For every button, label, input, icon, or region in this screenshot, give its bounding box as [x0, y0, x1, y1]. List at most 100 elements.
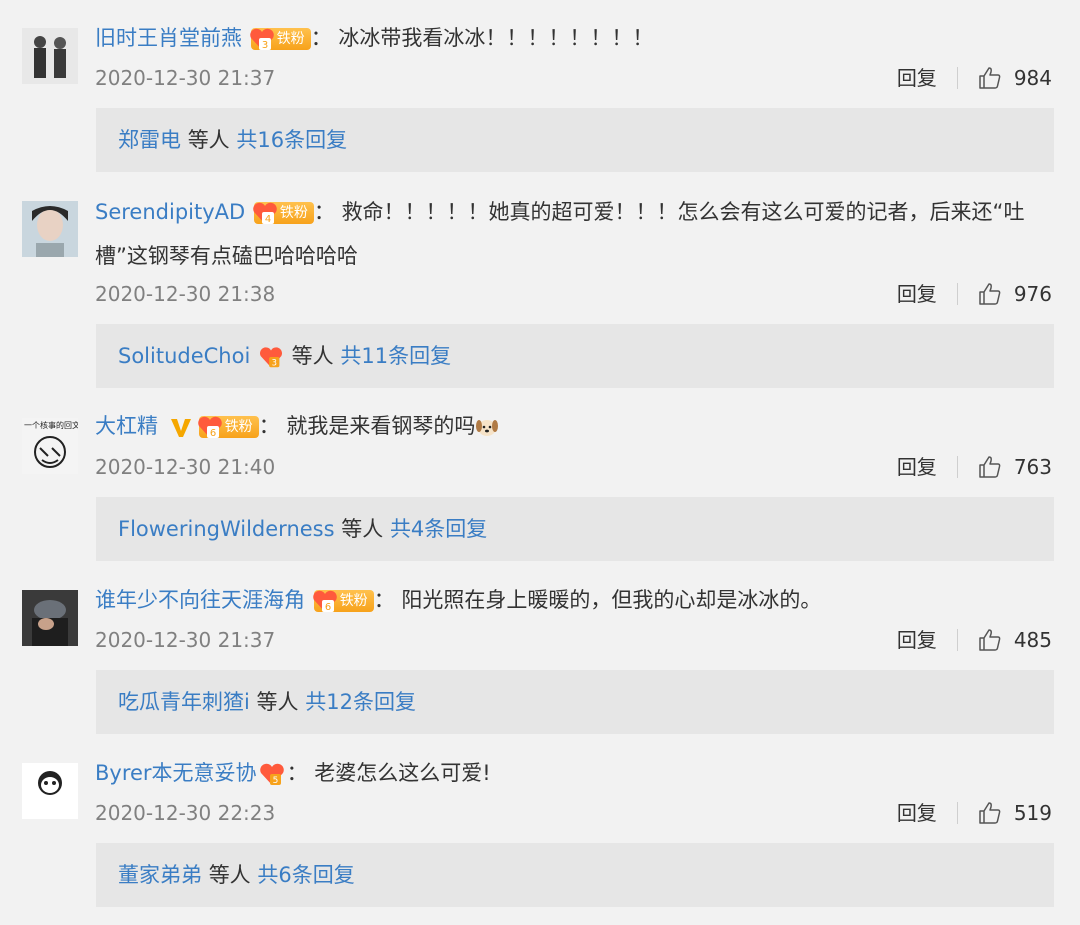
reply-count-link[interactable]: 共11条回复: [340, 344, 451, 368]
comment-actions: 回复 984: [897, 63, 1052, 93]
replies-preview[interactable]: FloweringWilderness 等人 共4条回复: [96, 497, 1054, 561]
thumbs-up-icon: [979, 629, 1001, 651]
reply-username[interactable]: 吃瓜青年刺猹i: [118, 690, 250, 714]
reply-count-link[interactable]: 共6条回复: [257, 863, 354, 887]
username[interactable]: SerendipityAD: [95, 200, 245, 224]
comment-line: Byrer本无意妥协 5 ： 老婆怎么这么可爱!: [95, 751, 1052, 795]
like-button[interactable]: 763: [978, 452, 1052, 482]
replies-preview[interactable]: SolitudeChoi 3 等人 共11条回复: [96, 324, 1054, 388]
reply-button[interactable]: 回复: [897, 798, 937, 828]
username[interactable]: 大杠精: [95, 414, 158, 438]
comment-actions: 回复 519: [897, 798, 1052, 828]
svg-text:4: 4: [265, 214, 271, 225]
reply-username[interactable]: 郑雷电: [118, 128, 181, 152]
reply-count-link[interactable]: 共4条回复: [390, 517, 487, 541]
colon: ：: [258, 414, 280, 438]
reply-username[interactable]: 董家弟弟: [118, 863, 202, 887]
svg-text:6: 6: [325, 602, 331, 613]
fan-badge-label: 铁粉: [279, 205, 308, 221]
comment-time: 2020-12-30 21:37: [95, 66, 276, 90]
colon: ：: [373, 588, 395, 612]
reply-button[interactable]: 回复: [897, 452, 937, 482]
username[interactable]: 谁年少不向往天涯海角: [95, 588, 305, 612]
colon: ：: [310, 26, 332, 50]
heart-level-icon: 6: [312, 590, 337, 613]
comment-text: 老婆怎么这么可爱!: [314, 761, 491, 785]
reply-username[interactable]: SolitudeChoi: [118, 344, 250, 368]
thumbs-up-icon: [979, 283, 1001, 305]
svg-text:一个核事的回文: 一个核事的回文: [24, 420, 78, 430]
comment-line: SerendipityAD 4 铁粉 ： 救命！！！！！她真的超可爱！！！怎么会…: [95, 190, 1052, 278]
heart-level-icon: 5: [259, 763, 284, 786]
fan-badge[interactable]: 4 铁粉: [253, 202, 314, 225]
reply-username[interactable]: FloweringWilderness: [118, 517, 335, 541]
comment-time: 2020-12-30 22:23: [95, 801, 276, 825]
username[interactable]: 旧时王肖堂前燕: [95, 26, 242, 50]
thumbs-up-icon: [979, 802, 1001, 824]
comment-line: 谁年少不向往天涯海角 6 铁粉 ： 阳光照在身上暖暖的，但我的心却是冰冰的。: [95, 578, 1052, 622]
fan-badge-label: 铁粉: [276, 31, 305, 47]
replies-preview[interactable]: 董家弟弟 等人 共6条回复: [96, 843, 1054, 907]
fan-level-badge[interactable]: 5: [257, 759, 287, 789]
like-count: 763: [1013, 455, 1052, 479]
colon: ：: [313, 200, 335, 224]
svg-text:5: 5: [272, 776, 278, 786]
reply-button[interactable]: 回复: [897, 625, 937, 655]
comment-line: 旧时王肖堂前燕 3 铁粉 ： 冰冰带我看冰冰！！！！！！！！: [95, 16, 1052, 60]
fan-badge[interactable]: 3 铁粉: [249, 28, 311, 51]
divider: [956, 283, 958, 305]
like-button[interactable]: 984: [978, 63, 1052, 93]
comment-text-continued: 槽”这钢琴有点磕巴哈哈哈哈: [95, 244, 358, 268]
like-button[interactable]: 519: [978, 798, 1052, 828]
divider: [956, 802, 958, 824]
reply-button[interactable]: 回复: [897, 279, 937, 309]
divider: [956, 67, 958, 89]
comment-actions: 回复 763: [897, 452, 1052, 482]
comment-text: 阳光照在身上暖暖的，但我的心却是冰冰的。: [401, 588, 822, 612]
avatar[interactable]: [22, 28, 78, 84]
reply-etc: 等人: [291, 344, 334, 368]
like-count: 976: [1013, 282, 1052, 306]
replies-preview[interactable]: 吃瓜青年刺猹i 等人 共12条回复: [96, 670, 1054, 734]
colon: ：: [286, 761, 308, 785]
like-count: 984: [1013, 66, 1052, 90]
comment-text: 救命！！！！！她真的超可爱！！！怎么会有这么可爱的记者，后来还“吐: [341, 200, 1025, 224]
svg-text:3: 3: [262, 40, 268, 51]
avatar[interactable]: ​: [22, 763, 78, 819]
svg-text:3: 3: [272, 357, 277, 367]
dog-emoji-icon: [476, 420, 499, 436]
comment-time: 2020-12-30 21:38: [95, 282, 276, 306]
like-count: 485: [1013, 628, 1052, 652]
reply-etc: 等人: [187, 128, 230, 152]
reply-etc: 等人: [341, 517, 384, 541]
divider: [956, 629, 958, 651]
fan-badge-label: 铁粉: [339, 593, 368, 609]
comment-text: 就我是来看钢琴的吗: [286, 414, 476, 438]
comment-actions: 回复 485: [897, 625, 1052, 655]
comment-time: 2020-12-30 21:37: [95, 628, 276, 652]
reply-button[interactable]: 回复: [897, 63, 937, 93]
username[interactable]: Byrer本无意妥协: [95, 761, 257, 785]
avatar[interactable]: [22, 201, 78, 257]
divider: [956, 456, 958, 478]
avatar[interactable]: 一个核事的回文: [22, 418, 78, 474]
fan-badge[interactable]: 6 铁粉: [312, 590, 374, 613]
avatar[interactable]: [22, 590, 78, 646]
comment-line: 大杠精 6 铁粉 ： 就我是来看钢琴的吗: [95, 404, 1052, 448]
heart-level-icon: 4: [253, 202, 277, 225]
like-count: 519: [1013, 801, 1052, 825]
heart-level-icon: 3: [249, 28, 274, 51]
heart-level-icon: 6: [197, 416, 222, 439]
reply-count-link[interactable]: 共16条回复: [236, 128, 347, 152]
replies-preview[interactable]: 郑雷电 等人 共16条回复: [96, 108, 1054, 172]
fan-badge[interactable]: 6 铁粉: [197, 416, 259, 439]
verified-v-icon: [170, 419, 191, 437]
thumbs-up-icon: [979, 67, 1001, 89]
thumbs-up-icon: [979, 456, 1001, 478]
comment-time: 2020-12-30 21:40: [95, 455, 276, 479]
like-button[interactable]: 485: [978, 625, 1052, 655]
fan-badge-label: 铁粉: [224, 419, 253, 435]
like-button[interactable]: 976: [978, 279, 1052, 309]
comment-actions: 回复 976: [897, 279, 1052, 309]
reply-count-link[interactable]: 共12条回复: [305, 690, 416, 714]
